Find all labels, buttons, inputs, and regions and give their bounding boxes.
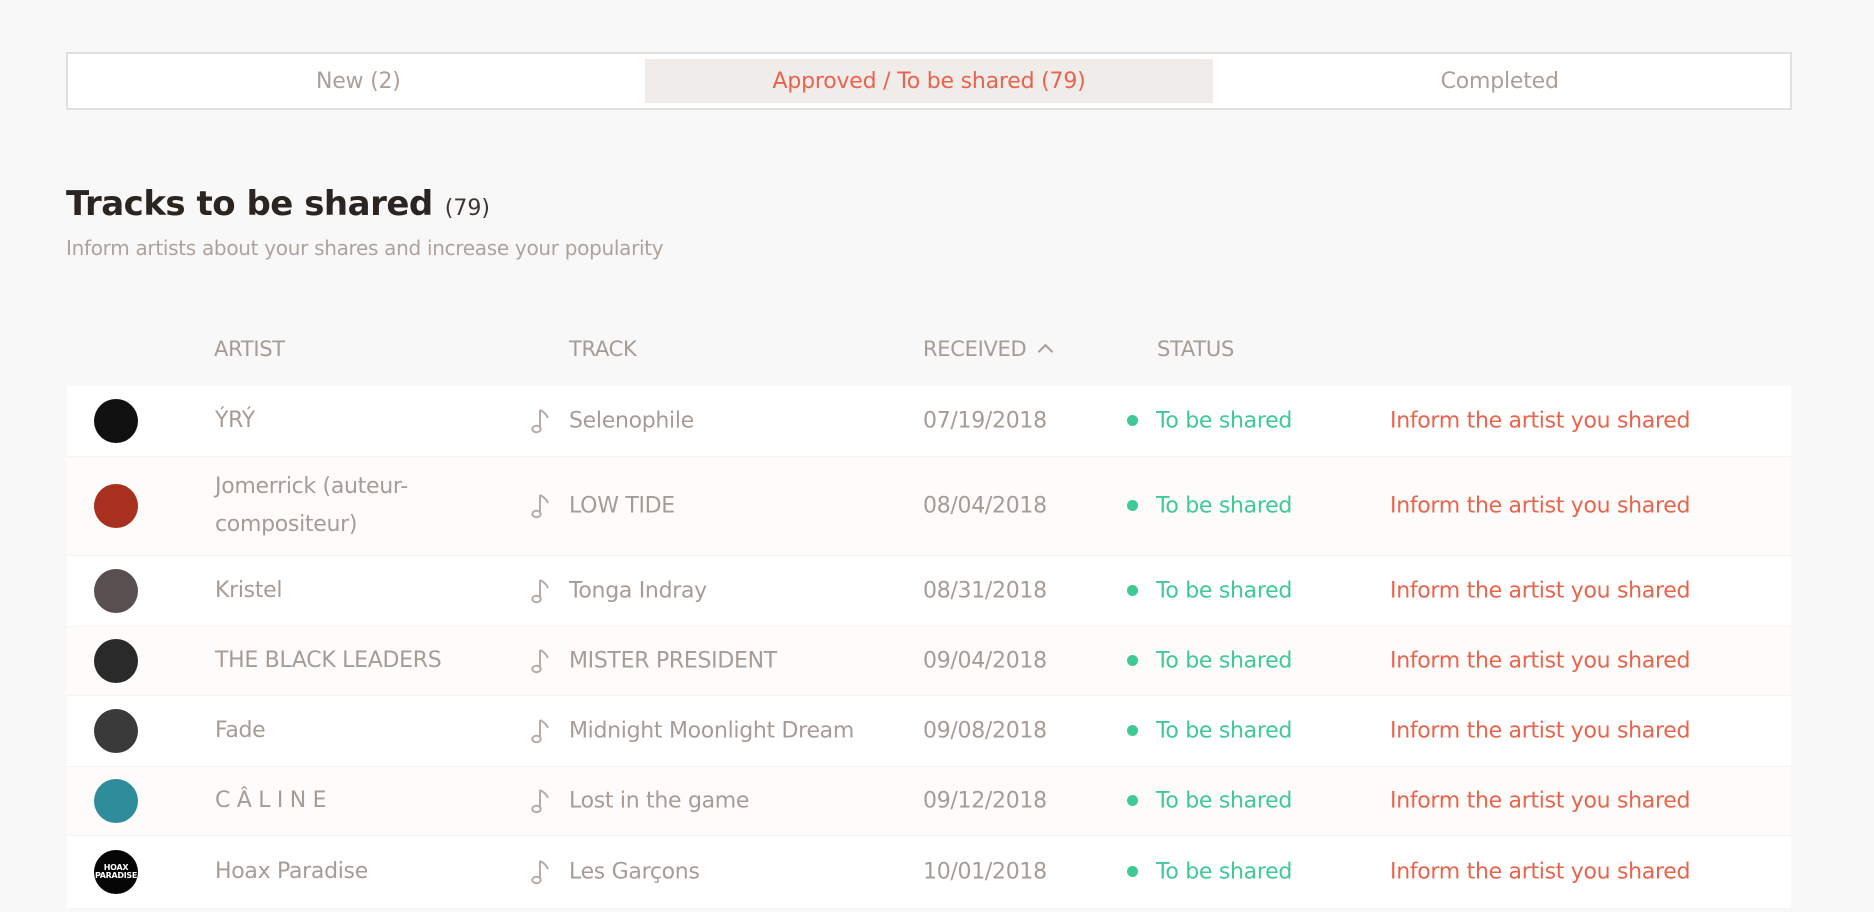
table-row[interactable]: HOAX PARADISE Hoax Paradise Les Garçons … <box>67 836 1791 909</box>
tab-bar: New (2) Approved / To be shared (79) Com… <box>66 52 1792 110</box>
music-note-icon <box>531 789 549 814</box>
track-title[interactable]: LOW TIDE <box>569 494 675 519</box>
track-count: (79) <box>444 196 490 221</box>
artist-name[interactable]: Fade <box>215 712 445 750</box>
artist-avatar[interactable] <box>94 399 138 443</box>
received-date: 09/04/2018 <box>923 648 1047 674</box>
table-row[interactable]: Jomerrick (auteur-compositeur) LOW TIDE … <box>67 457 1791 556</box>
received-date: 09/08/2018 <box>923 718 1047 744</box>
status-dot-icon <box>1127 500 1138 511</box>
column-header-received[interactable]: RECEIVED <box>923 337 1054 361</box>
status-dot-icon <box>1127 655 1138 666</box>
table-row[interactable]: ÝRÝ Selenophile 07/19/2018 To be shared … <box>67 386 1791 457</box>
received-date: 08/31/2018 <box>923 578 1047 604</box>
track-title[interactable]: MISTER PRESIDENT <box>569 649 777 674</box>
music-note-icon <box>531 409 549 434</box>
inform-artist-link[interactable]: Inform the artist you shared <box>1390 494 1690 519</box>
table-row[interactable]: Kristel Tonga Indray 08/31/2018 To be sh… <box>67 556 1791 627</box>
status-badge: To be shared <box>1156 493 1292 519</box>
received-date: 09/12/2018 <box>923 788 1047 814</box>
track-title[interactable]: Tonga Indray <box>569 579 707 604</box>
status-dot-icon <box>1127 866 1138 877</box>
column-header-artist[interactable]: ARTIST <box>214 337 285 361</box>
track-title[interactable]: Lost in the game <box>569 789 749 814</box>
status-dot-icon <box>1127 415 1138 426</box>
artist-avatar[interactable] <box>94 709 138 753</box>
column-header-status[interactable]: STATUS <box>1157 337 1234 361</box>
inform-artist-link[interactable]: Inform the artist you shared <box>1390 579 1690 604</box>
status-dot-icon <box>1127 585 1138 596</box>
inform-artist-link[interactable]: Inform the artist you shared <box>1390 789 1690 814</box>
tracks-table: ÝRÝ Selenophile 07/19/2018 To be shared … <box>67 386 1791 909</box>
status-badge: To be shared <box>1156 859 1292 885</box>
column-header-received-label: RECEIVED <box>923 337 1027 361</box>
artist-avatar[interactable] <box>94 484 138 528</box>
column-header-track[interactable]: TRACK <box>569 337 637 361</box>
tab-completed[interactable]: Completed <box>1215 59 1784 103</box>
received-date: 08/04/2018 <box>923 493 1047 519</box>
sort-ascending-icon <box>1038 343 1054 360</box>
music-note-icon <box>531 579 549 604</box>
table-row[interactable]: Fade Midnight Moonlight Dream 09/08/2018… <box>67 696 1791 767</box>
track-title[interactable]: Les Garçons <box>569 860 700 885</box>
music-note-icon <box>531 494 549 519</box>
status-badge: To be shared <box>1156 718 1292 744</box>
table-row[interactable]: C Â L I N E Lost in the game 09/12/2018 … <box>67 767 1791 836</box>
tab-new[interactable]: New (2) <box>74 59 643 103</box>
status-badge: To be shared <box>1156 648 1292 674</box>
avatar-logo-text: HOAX PARADISE <box>94 863 138 880</box>
artist-avatar[interactable] <box>94 779 138 823</box>
status-badge: To be shared <box>1156 408 1292 434</box>
page-heading: Tracks to be shared (79) <box>66 184 490 224</box>
music-note-icon <box>531 719 549 744</box>
received-date: 07/19/2018 <box>923 408 1047 434</box>
inform-artist-link[interactable]: Inform the artist you shared <box>1390 719 1690 744</box>
inform-artist-link[interactable]: Inform the artist you shared <box>1390 860 1690 885</box>
artist-name[interactable]: Jomerrick (auteur-compositeur) <box>215 468 445 544</box>
page-subtitle: Inform artists about your shares and inc… <box>66 236 664 260</box>
artist-name[interactable]: THE BLACK LEADERS <box>215 642 445 680</box>
music-note-icon <box>531 860 549 885</box>
page-title: Tracks to be shared <box>66 184 433 224</box>
status-dot-icon <box>1127 795 1138 806</box>
table-row[interactable]: THE BLACK LEADERS MISTER PRESIDENT 09/04… <box>67 627 1791 696</box>
received-date: 10/01/2018 <box>923 859 1047 885</box>
inform-artist-link[interactable]: Inform the artist you shared <box>1390 649 1690 674</box>
artist-name[interactable]: Hoax Paradise <box>215 853 445 891</box>
artist-name[interactable]: ÝRÝ <box>215 402 445 440</box>
status-badge: To be shared <box>1156 788 1292 814</box>
track-title[interactable]: Selenophile <box>569 409 694 434</box>
artist-name[interactable]: Kristel <box>215 572 445 610</box>
status-dot-icon <box>1127 725 1138 736</box>
music-note-icon <box>531 649 549 674</box>
inform-artist-link[interactable]: Inform the artist you shared <box>1390 409 1690 434</box>
track-title[interactable]: Midnight Moonlight Dream <box>569 719 854 744</box>
artist-avatar[interactable] <box>94 569 138 613</box>
artist-avatar[interactable]: HOAX PARADISE <box>94 850 138 894</box>
artist-avatar[interactable] <box>94 639 138 683</box>
status-badge: To be shared <box>1156 578 1292 604</box>
artist-name[interactable]: C Â L I N E <box>215 782 445 820</box>
tab-approved-to-be-shared[interactable]: Approved / To be shared (79) <box>644 59 1214 103</box>
